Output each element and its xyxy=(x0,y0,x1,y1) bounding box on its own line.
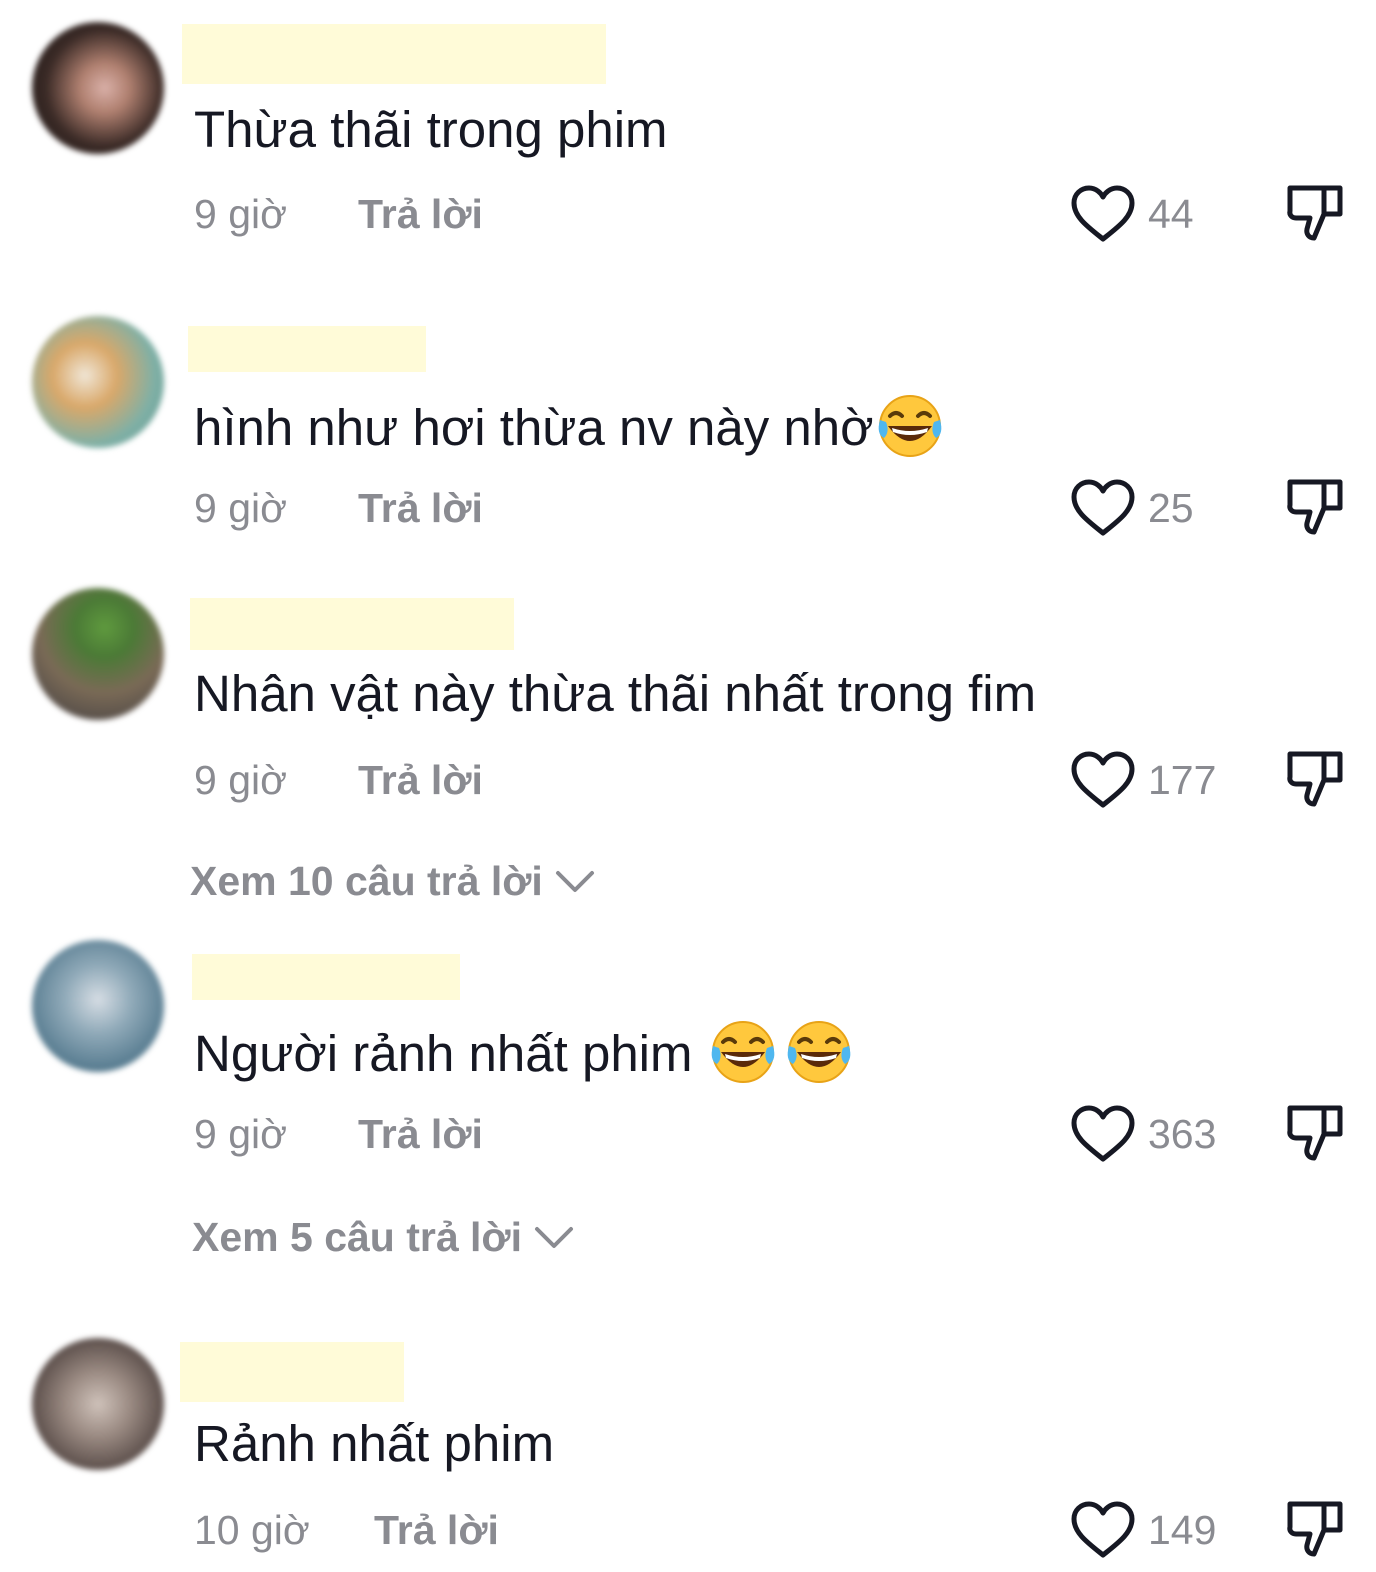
like-count: 149 xyxy=(1148,1506,1217,1553)
comment-meta: 9 giờ Trả lời xyxy=(194,190,483,238)
comment-text: hình như hơi thừa nv này nhờ xyxy=(194,398,946,462)
chevron-down-icon xyxy=(534,1225,574,1251)
thumbs-down-icon[interactable] xyxy=(1284,474,1348,538)
like-count: 177 xyxy=(1148,756,1217,803)
username-redacted xyxy=(180,1342,404,1402)
view-replies-label: Xem 10 câu trả lời xyxy=(190,858,543,904)
laughing-emoji xyxy=(707,1016,779,1088)
laughing-emoji xyxy=(874,390,946,462)
avatar[interactable] xyxy=(32,940,164,1072)
like-count: 25 xyxy=(1148,484,1194,531)
reply-button[interactable]: Trả lời xyxy=(358,1110,483,1158)
heart-outline-icon xyxy=(1070,1501,1136,1559)
username-redacted xyxy=(182,24,606,84)
like-count: 363 xyxy=(1148,1110,1217,1157)
username-redacted xyxy=(192,954,460,1000)
thumbs-down-icon[interactable] xyxy=(1284,746,1348,810)
comment-meta: 9 giờ Trả lời xyxy=(194,756,483,804)
view-replies-button[interactable]: Xem 5 câu trả lời xyxy=(192,1214,574,1261)
comment-text-content: hình như hơi thừa nv này nhờ xyxy=(194,399,874,456)
comment-time: 10 giờ xyxy=(194,1507,310,1553)
avatar[interactable] xyxy=(32,588,164,720)
thumbs-down-icon[interactable] xyxy=(1284,1496,1348,1560)
username-redacted xyxy=(188,326,426,372)
reply-button[interactable]: Trả lời xyxy=(358,484,483,532)
comment-time: 9 giờ xyxy=(194,485,287,531)
comment-text: Rảnh nhất phim xyxy=(194,1415,555,1472)
heart-outline-icon xyxy=(1070,185,1136,243)
comment-text: Thừa thãi trong phim xyxy=(194,101,668,158)
comment-time: 9 giờ xyxy=(194,191,287,237)
avatar[interactable] xyxy=(32,316,164,448)
avatar[interactable] xyxy=(32,22,164,154)
comment-time: 9 giờ xyxy=(194,757,287,803)
reply-button[interactable]: Trả lời xyxy=(374,1506,499,1554)
comment-meta: 9 giờ Trả lời xyxy=(194,1110,483,1158)
heart-outline-icon xyxy=(1070,1105,1136,1163)
like-button[interactable]: 44 xyxy=(1070,184,1194,244)
comment-text: Nhân vật này thừa thãi nhất trong fim xyxy=(194,665,1037,722)
view-replies-label: Xem 5 câu trả lời xyxy=(192,1214,522,1260)
like-button[interactable]: 149 xyxy=(1070,1500,1216,1560)
laughing-emoji xyxy=(783,1016,855,1088)
thumbs-down-icon[interactable] xyxy=(1284,180,1348,244)
comment-text-content: Người rảnh nhất phim xyxy=(194,1025,707,1082)
like-button[interactable]: 363 xyxy=(1070,1104,1216,1164)
avatar[interactable] xyxy=(32,1338,164,1470)
reply-button[interactable]: Trả lời xyxy=(358,756,483,804)
heart-outline-icon xyxy=(1070,479,1136,537)
heart-outline-icon xyxy=(1070,751,1136,809)
comment-meta: 9 giờ Trả lời xyxy=(194,484,483,532)
comment-text: Người rảnh nhất phim xyxy=(194,1024,855,1088)
reply-button[interactable]: Trả lời xyxy=(358,190,483,238)
like-button[interactable]: 25 xyxy=(1070,478,1194,538)
view-replies-button[interactable]: Xem 10 câu trả lời xyxy=(190,858,595,905)
chevron-down-icon xyxy=(555,869,595,895)
like-count: 44 xyxy=(1148,190,1194,237)
thumbs-down-icon[interactable] xyxy=(1284,1100,1348,1164)
username-redacted xyxy=(190,598,514,650)
comment-time: 9 giờ xyxy=(194,1111,287,1157)
comment-meta: 10 giờ Trả lời xyxy=(194,1506,499,1554)
like-button[interactable]: 177 xyxy=(1070,750,1216,810)
